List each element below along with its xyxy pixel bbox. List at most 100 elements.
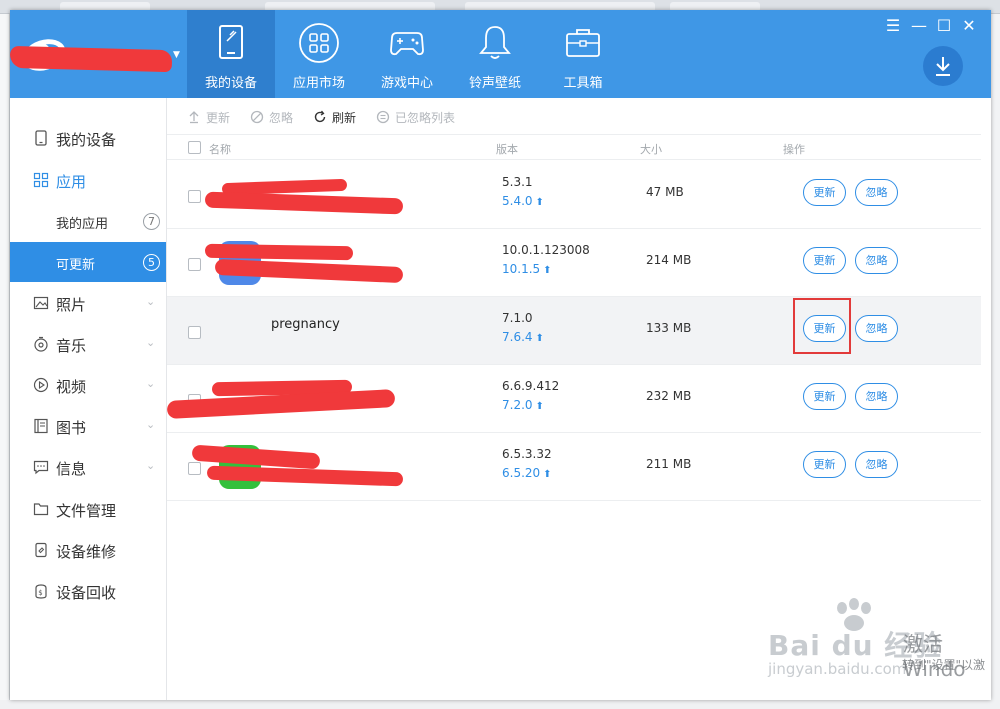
background-window-edge (0, 14, 10, 709)
sidebar-item-label: 视频 (56, 378, 87, 396)
recycle-icon: $ (35, 584, 47, 599)
current-version: 10.0.1.123008 (502, 243, 590, 257)
chevron-down-icon[interactable]: ⌄ (146, 377, 155, 390)
sidebar-item-label: 我的设备 (56, 131, 117, 149)
nav-tab-label: 应用市场 (292, 76, 345, 91)
ignored-list-button[interactable]: 已忽略列表 (376, 109, 455, 126)
sidebar-item-updatable[interactable]: 可更新 5 (10, 242, 166, 282)
new-version: 7.2.0 ⬆ (502, 398, 544, 412)
maximize-icon[interactable]: ☐ (933, 16, 955, 36)
sidebar-item-device-repair[interactable]: 设备维修 (10, 530, 166, 570)
row-checkbox[interactable] (188, 258, 201, 271)
ignore-button[interactable]: 忽略 (855, 179, 898, 206)
sidebar-item-music[interactable]: 音乐 ⌄ (10, 324, 166, 364)
close-icon[interactable]: ✕ (958, 16, 980, 36)
ignore-button[interactable]: 忽略 (855, 315, 898, 342)
nav-tab-toolbox[interactable]: 工具箱 (539, 10, 627, 98)
phone-icon (35, 130, 47, 146)
sidebar-item-label: 设备维修 (56, 543, 117, 561)
svg-text:$: $ (38, 589, 42, 597)
update-all-label: 更新 (206, 111, 231, 125)
menu-icon[interactable]: ☰ (882, 16, 904, 36)
nav-tab-label: 工具箱 (563, 76, 603, 91)
current-version: 7.1.0 (502, 311, 533, 325)
nav-tab-app-market[interactable]: 应用市场 (275, 10, 363, 98)
row-checkbox[interactable] (188, 462, 201, 475)
new-version-text: 10.1.5 (502, 262, 541, 276)
new-version-text: 7.2.0 (502, 398, 533, 412)
nav-tab-label: 我的设备 (204, 76, 257, 91)
column-header-size: 大小 (640, 143, 662, 156)
table-row: 6.5.3.32 6.5.20 ⬆ 211 MB 更新 忽略 (167, 433, 981, 501)
nav-tab-label: 铃声壁纸 (468, 76, 521, 91)
sidebar-item-label: 音乐 (56, 337, 87, 355)
update-button[interactable]: 更新 (803, 247, 846, 274)
sidebar-item-my-device[interactable]: 我的设备 (10, 118, 166, 158)
new-version: 5.4.0 ⬆ (502, 194, 544, 208)
update-button[interactable]: 更新 (803, 383, 846, 410)
refresh-label: 刷新 (332, 111, 357, 125)
table-row: 10.0.1.123008 10.1.5 ⬆ 214 MB 更新 忽略 (167, 229, 981, 297)
sidebar-item-video[interactable]: 视频 ⌄ (10, 365, 166, 405)
highlight-annotation-box (793, 298, 851, 354)
chevron-down-icon[interactable]: ⌄ (146, 336, 155, 349)
sidebar-item-photos[interactable]: 照片 ⌄ (10, 283, 166, 323)
download-button[interactable] (923, 46, 963, 86)
sidebar: 我的设备 应用 我的应用 7 可更新 5 照片 ⌄ 音乐 ⌄ 视频 ⌄ 图书 ⌄… (10, 98, 167, 700)
app-size: 47 MB (646, 185, 684, 199)
refresh-button[interactable]: 刷新 (313, 109, 356, 126)
table-header: 名称 版本 大小 操作 (167, 134, 981, 160)
nav-tab-ringtones[interactable]: 铃声壁纸 (451, 10, 539, 98)
ignore-button[interactable]: 忽略 (855, 383, 898, 410)
sidebar-item-file-manager[interactable]: 文件管理 (10, 489, 166, 529)
refresh-icon (314, 110, 326, 123)
chevron-down-icon[interactable]: ⌄ (146, 295, 155, 308)
ignore-button[interactable]: 忽略 (855, 247, 898, 274)
row-checkbox[interactable] (188, 326, 201, 339)
sidebar-item-my-apps[interactable]: 我的应用 7 (10, 201, 166, 241)
ignore-label: 忽略 (269, 111, 294, 125)
app-size: 214 MB (646, 253, 692, 267)
redaction-mark (204, 191, 404, 215)
current-version: 5.3.1 (502, 175, 533, 189)
sidebar-item-label: 可更新 (56, 258, 96, 273)
sidebar-item-label: 应用 (56, 173, 87, 191)
bell-icon (479, 26, 511, 59)
list-icon (376, 110, 390, 124)
chevron-down-icon[interactable]: ⌄ (146, 418, 155, 431)
app-size: 133 MB (646, 321, 692, 335)
update-button[interactable]: 更新 (803, 179, 846, 206)
sidebar-item-label: 文件管理 (56, 502, 117, 520)
count-badge: 7 (143, 213, 160, 230)
minimize-icon[interactable]: — (908, 16, 930, 36)
sidebar-item-device-recycle[interactable]: $ 设备回收 (10, 571, 166, 611)
ignore-button[interactable]: 忽略 (855, 451, 898, 478)
new-version: 7.6.4 ⬆ (502, 330, 544, 344)
toolbox-icon (566, 29, 600, 57)
chevron-down-icon[interactable]: ⌄ (146, 459, 155, 472)
grid-icon (299, 23, 339, 63)
music-icon (34, 336, 48, 352)
row-checkbox[interactable] (188, 190, 201, 203)
ignore-button[interactable]: 忽略 (250, 109, 293, 126)
sidebar-item-books[interactable]: 图书 ⌄ (10, 406, 166, 446)
sidebar-item-label: 设备回收 (56, 584, 117, 602)
book-icon (34, 418, 48, 434)
sidebar-item-label: 照片 (56, 296, 87, 314)
sidebar-item-messages[interactable]: 信息 ⌄ (10, 447, 166, 487)
nav-tab-label: 游戏中心 (380, 76, 433, 91)
caret-down-icon[interactable]: ▼ (173, 50, 180, 60)
download-icon (936, 57, 950, 76)
activation-title: 激活 Windo (903, 632, 966, 681)
arrow-up-icon: ⬆ (535, 333, 544, 344)
account-name-redacted[interactable] (10, 45, 173, 73)
sidebar-item-label: 信息 (56, 460, 87, 478)
nav-tab-my-device[interactable]: 我的设备 (187, 10, 275, 98)
apps-icon (33, 172, 49, 188)
sidebar-item-apps[interactable]: 应用 (10, 160, 166, 200)
update-button[interactable]: 更新 (803, 451, 846, 478)
new-version: 6.5.20 ⬆ (502, 466, 552, 480)
select-all-checkbox[interactable] (188, 141, 201, 154)
update-all-button[interactable]: 更新 (187, 109, 230, 126)
nav-tab-game-center[interactable]: 游戏中心 (363, 10, 451, 98)
